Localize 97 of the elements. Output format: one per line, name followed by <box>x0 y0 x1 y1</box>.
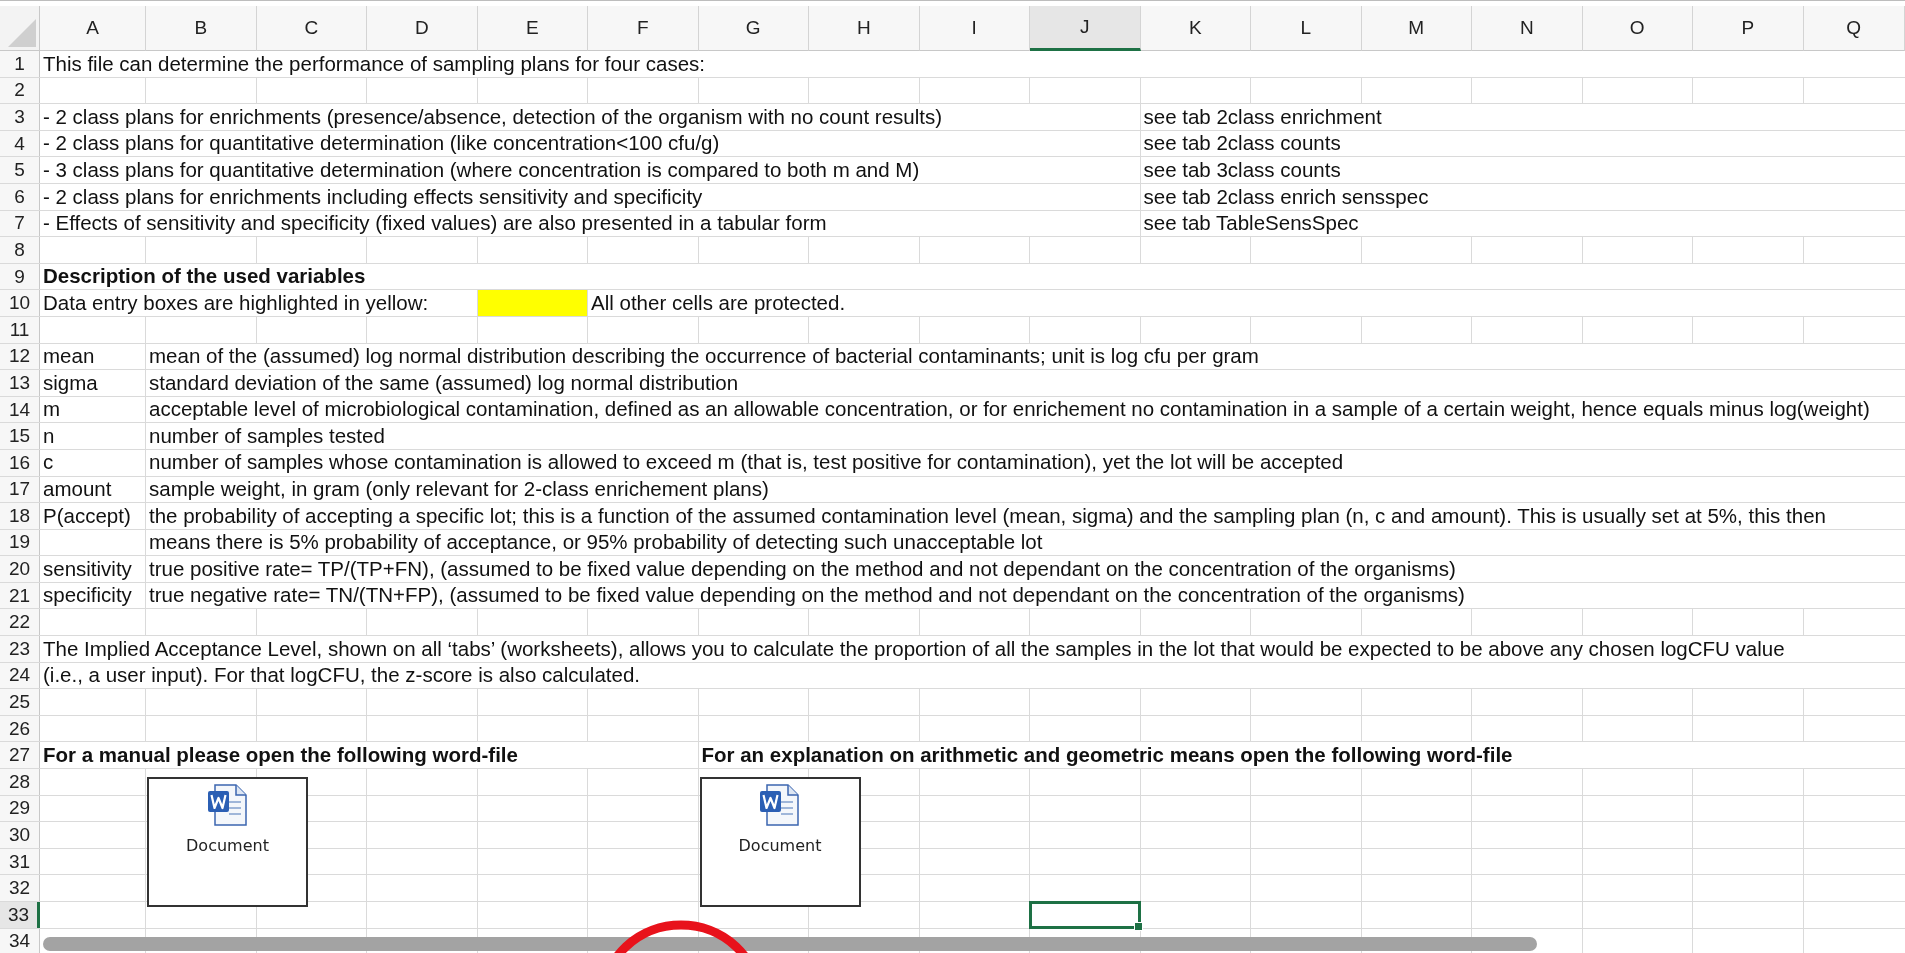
row-number[interactable]: 6 <box>0 183 40 210</box>
cell-text: see tab 2class enrich sensspec <box>1143 186 1429 207</box>
row-number[interactable]: 18 <box>0 503 40 529</box>
row-number[interactable]: 10 <box>0 290 40 316</box>
triangle-icon <box>8 19 36 47</box>
row-number[interactable]: 2 <box>0 77 40 104</box>
cell-text: mean <box>43 346 95 367</box>
column-header[interactable]: C <box>256 6 367 51</box>
row-number[interactable]: 1 <box>0 51 40 77</box>
column-header[interactable]: B <box>146 6 257 51</box>
active-cell[interactable] <box>1029 901 1141 929</box>
row-number[interactable]: 33 <box>0 902 40 928</box>
cell-text: - 2 class plans for enrichments including effects sensitivity and specificity <box>43 186 703 207</box>
heading-text: For an explanation on arithmetic and geometric means open the following word-file <box>701 745 1513 766</box>
cell-text: true negative rate= TN/(TN+FP), (assumed to be fixed value depending on the method and not dependant on the concentration of the organisms) <box>149 585 1465 606</box>
cell-text: means there is 5% probability of acceptance, or 95% probability of detecting such unacceptable lot <box>149 532 1043 553</box>
row-number[interactable]: 21 <box>0 582 40 609</box>
cell-text: (i.e., a user input). For that logCFU, the z-score is also calculated. <box>43 665 641 686</box>
row-number[interactable]: 30 <box>0 822 40 848</box>
row-number[interactable]: 14 <box>0 396 40 423</box>
cell-text: specificity <box>43 585 132 606</box>
cell-text: Data entry boxes are highlighted in yellow: <box>43 292 429 314</box>
row-number[interactable]: 29 <box>0 795 40 822</box>
cell-text: - 2 class plans for enrichments (presence/absence, detection of the organism with no count results) <box>43 106 943 128</box>
input-cell[interactable] <box>477 290 587 316</box>
column-header[interactable]: I <box>919 6 1030 51</box>
cell-text: sensitivity <box>43 558 132 580</box>
document-label: Document <box>186 836 269 856</box>
cell-text: standard deviation of the same (assumed) log normal distribution <box>149 372 739 394</box>
cell-text: true positive rate= TP/(TP+FN), (assumed to be fixed value depending on the method and not dependant on the concentration of the organisms) <box>149 558 1456 580</box>
row-number[interactable]: 26 <box>0 715 40 742</box>
cell-text: - 2 class plans for quantitative determination (like concentration<100 cfu/g) <box>43 133 720 154</box>
row-number[interactable]: 3 <box>0 104 40 130</box>
cell-text: m <box>43 399 61 420</box>
cell-text: number of samples whose contamination is allowed to exceed m (that is, test positive for contamination), yet the lot will be accepted <box>149 452 1344 473</box>
row-number[interactable]: 4 <box>0 130 40 157</box>
scrollbar[interactable] <box>43 937 1537 951</box>
row-number[interactable]: 27 <box>0 742 40 769</box>
row-number[interactable]: 31 <box>0 848 40 875</box>
cell-text: All other cells are protected. <box>591 292 846 314</box>
document-label: Document <box>738 836 822 856</box>
row-number[interactable]: 17 <box>0 476 40 503</box>
column-header[interactable]: Q <box>1803 6 1905 51</box>
cell-text: n <box>43 425 55 447</box>
column-header[interactable]: L <box>1251 6 1362 51</box>
row-number[interactable]: 11 <box>0 316 40 343</box>
cell-text: sigma <box>43 372 98 394</box>
row-number[interactable]: 32 <box>0 875 40 901</box>
row-number[interactable]: 22 <box>0 609 40 636</box>
row-number[interactable]: 24 <box>0 662 40 689</box>
cell-text: see tab TableSensSpec <box>1143 213 1359 234</box>
cell-text: mean of the (assumed) log normal distribution describing the occurrence of bacterial contaminants; unit is log cfu per gram <box>149 346 1259 367</box>
column-header[interactable]: E <box>477 6 588 51</box>
embedded-document[interactable]: Document <box>147 777 308 908</box>
row-number[interactable]: 25 <box>0 689 40 715</box>
row-number[interactable]: 23 <box>0 636 40 662</box>
heading-text: For a manual please open the following word-file <box>43 745 518 766</box>
select-all-button[interactable] <box>0 6 40 51</box>
row-number[interactable]: 34 <box>0 928 40 953</box>
column-header[interactable]: O <box>1582 6 1693 51</box>
row-number[interactable]: 12 <box>0 343 40 370</box>
column-header[interactable]: A <box>40 6 146 51</box>
column-header[interactable]: M <box>1361 6 1472 51</box>
cell-text: This file can determine the performance of sampling plans for four cases: <box>43 53 706 75</box>
cell-text: acceptable level of microbiological contamination, defined as an allowable concentration, or for enrichement no contamination in a sample of a certain weight, hence equals minus log(weight) <box>149 399 1870 420</box>
cell-text: see tab 2class enrichment <box>1143 106 1382 128</box>
row-number[interactable]: 8 <box>0 237 40 263</box>
row-number[interactable]: 7 <box>0 210 40 237</box>
cell-text: see tab 3class counts <box>1143 159 1341 181</box>
row-number[interactable]: 15 <box>0 423 40 449</box>
column-header[interactable]: H <box>809 6 920 51</box>
cell-text: sample weight, in gram (only relevant for 2-class enrichement plans) <box>149 479 769 500</box>
cell-text: number of samples tested <box>149 425 385 447</box>
column-header[interactable]: G <box>698 6 809 51</box>
cell-text: amount <box>43 479 112 500</box>
heading-text: Description of the used variables <box>43 266 366 287</box>
cell-text: - Effects of sensitivity and specificity (fixed values) are also presented in a tabular form <box>43 213 827 234</box>
cell-text: The Implied Acceptance Level, shown on all ‘tabs’ (worksheets), allows you to calculate the proportion of all the samples in the lot that would be expected to be above any chosen logCFU value <box>43 638 1785 660</box>
column-header[interactable]: K <box>1140 6 1251 51</box>
cell-text: - 3 class plans for quantitative determination (where concentration is compared to both m and M) <box>43 159 920 181</box>
column-header[interactable]: F <box>588 6 699 51</box>
column-header[interactable]: P <box>1693 6 1804 51</box>
cell-text: P(accept) <box>43 505 131 527</box>
row-number[interactable]: 16 <box>0 449 40 476</box>
column-header[interactable]: N <box>1472 6 1583 51</box>
row-number[interactable]: 20 <box>0 556 40 582</box>
cell-text: see tab 2class counts <box>1143 133 1341 154</box>
column-header[interactable]: D <box>367 6 478 51</box>
cell-text: the probability of accepting a specific lot; this is a function of the assumed contamination level (mean, sigma) and the sampling plan (n, c and amount). This is usually set at 5%, this then <box>149 505 1826 527</box>
cell-text: c <box>43 452 54 473</box>
row-number[interactable]: 9 <box>0 263 40 290</box>
row-number[interactable]: 13 <box>0 370 40 396</box>
row-number[interactable]: 19 <box>0 529 40 556</box>
column-header[interactable]: J <box>1030 6 1141 51</box>
row-number[interactable]: 28 <box>0 769 40 795</box>
embedded-document[interactable]: Document <box>699 777 861 908</box>
row-number[interactable]: 5 <box>0 157 40 183</box>
